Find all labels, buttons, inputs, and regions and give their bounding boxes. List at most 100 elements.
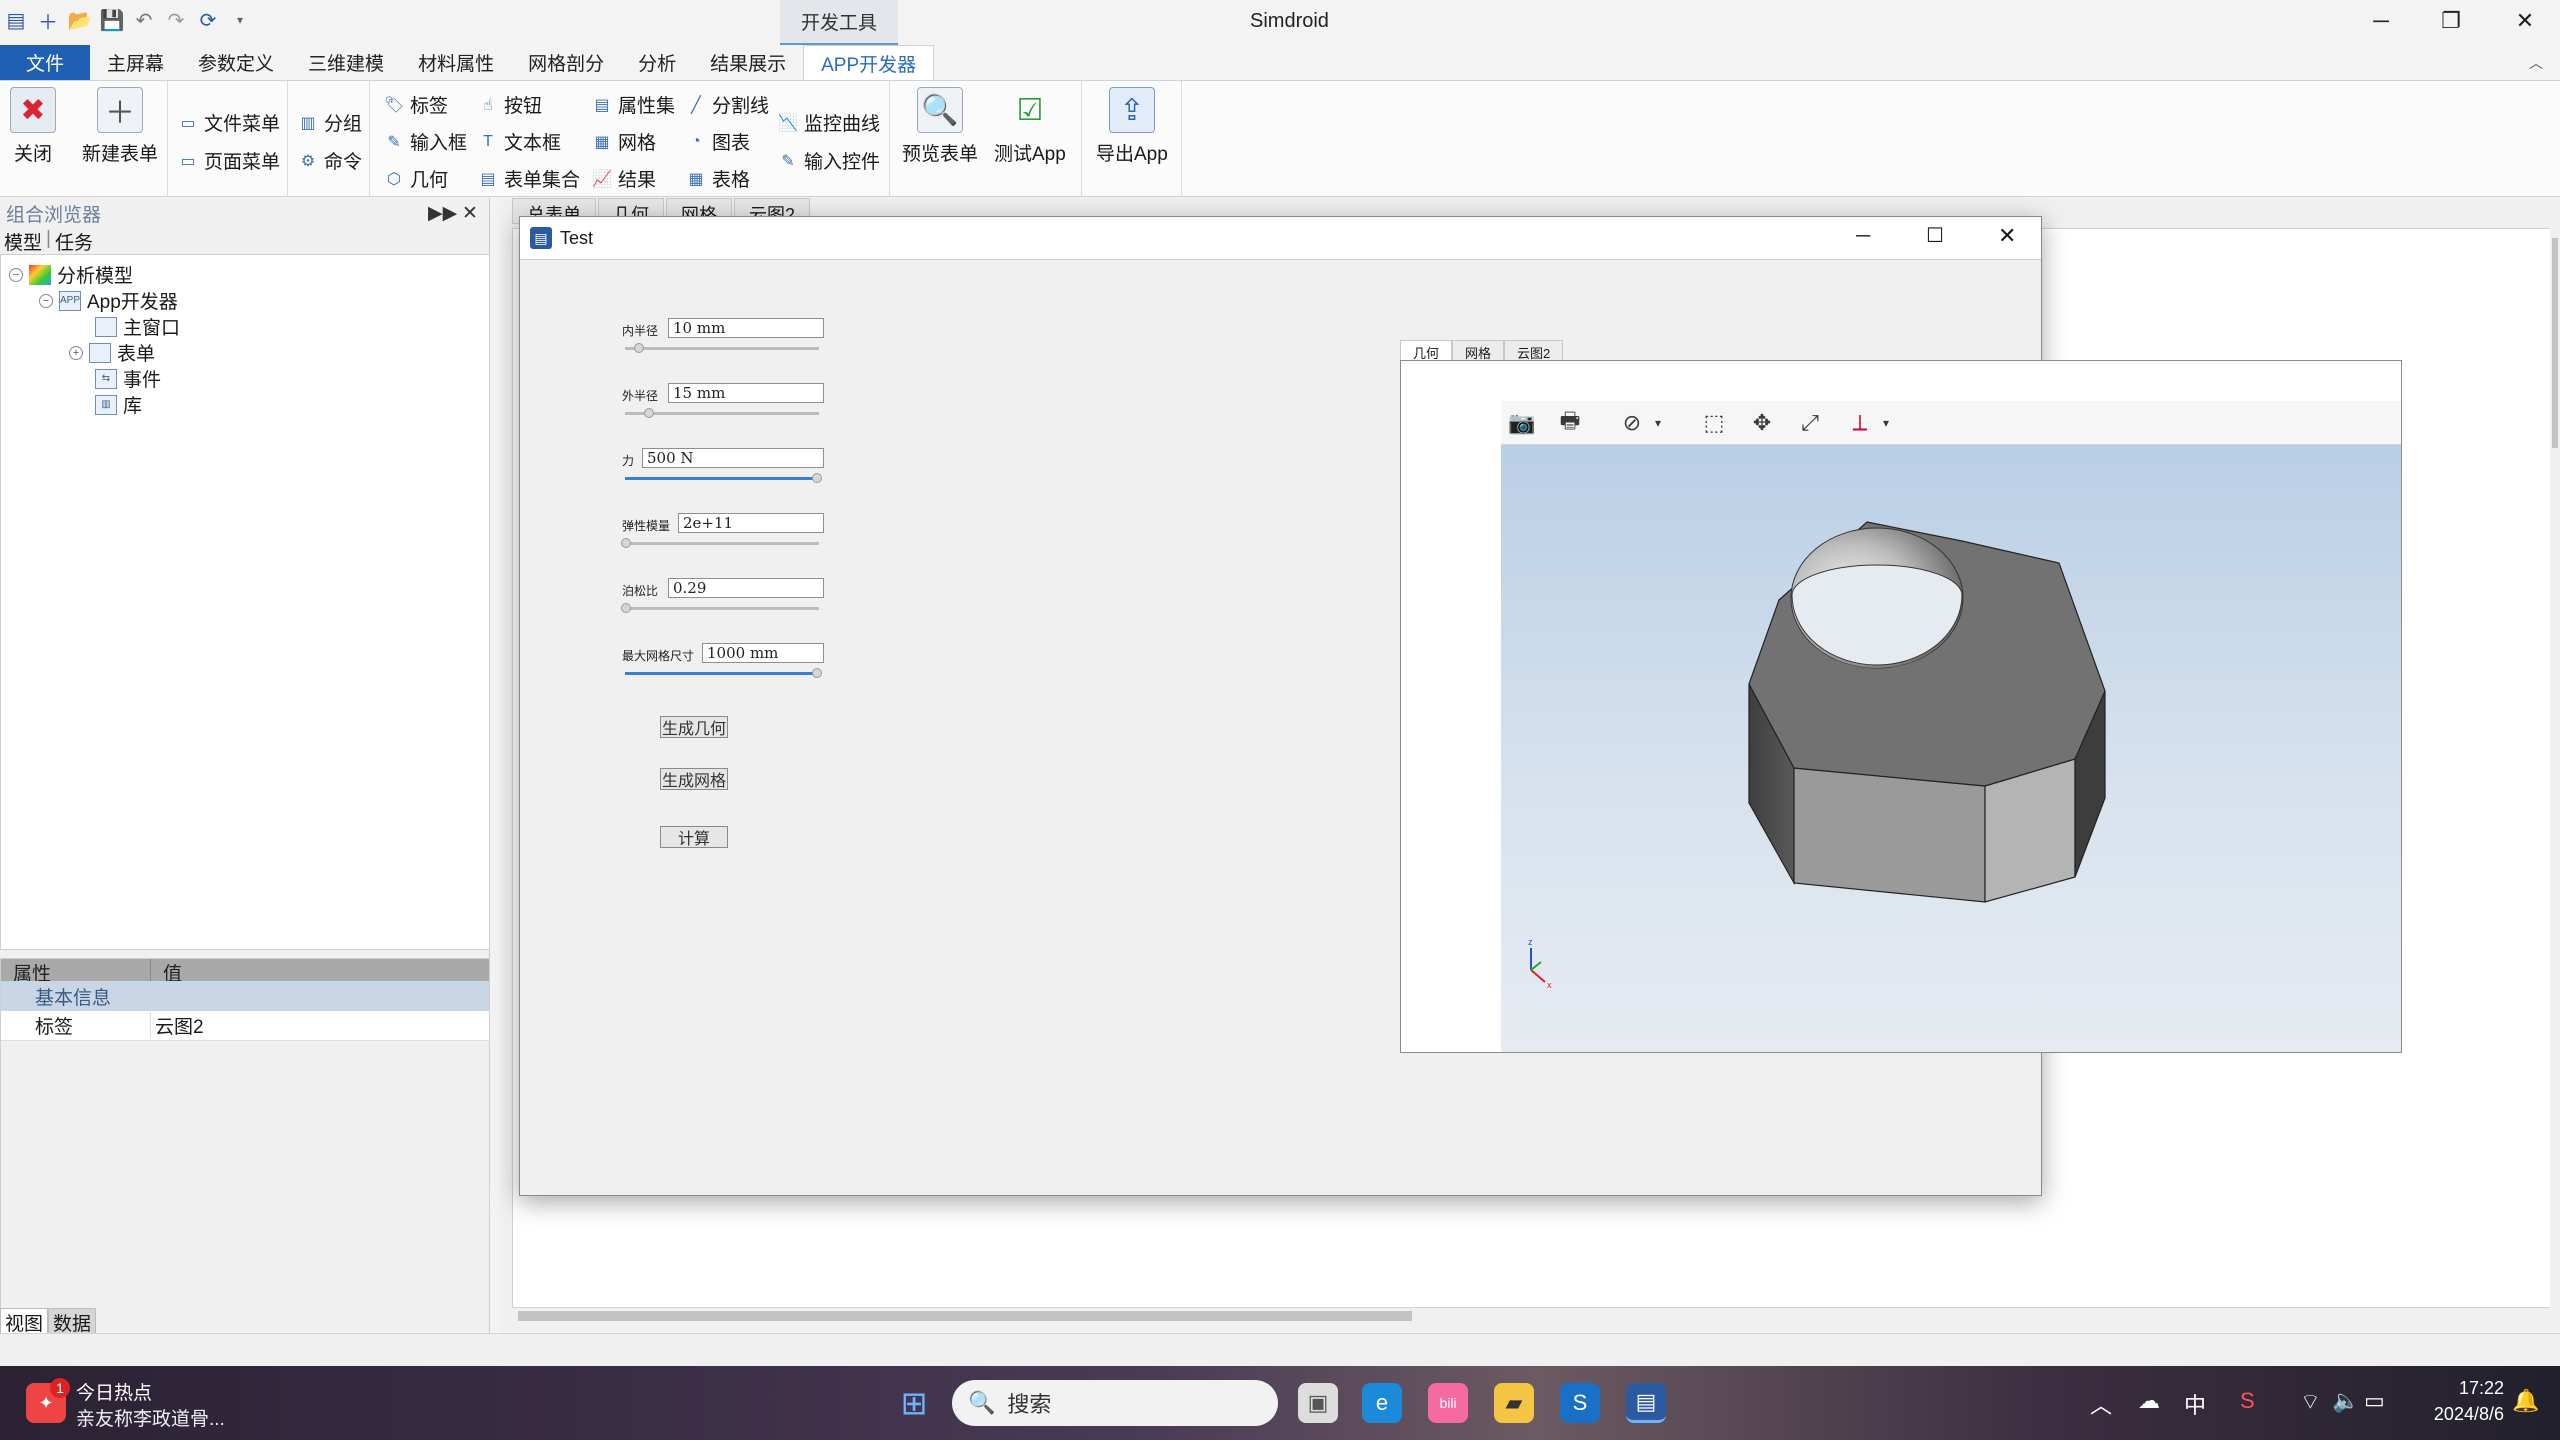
geometry-control-button[interactable]: ⬡ 几何	[384, 165, 448, 192]
clock-date[interactable]: 2024/8/6	[2420, 1404, 2504, 1425]
close-form-button[interactable]: ✖ 关闭	[10, 87, 56, 166]
file-explorer-icon[interactable]: ▰	[1494, 1383, 1534, 1423]
battery-icon[interactable]: ▭	[2364, 1388, 2385, 1414]
display-mode-dropdown-icon[interactable]: ▾	[1641, 407, 1675, 439]
clock-time[interactable]: 17:22	[2420, 1378, 2504, 1399]
force-slider-thumb[interactable]	[812, 473, 822, 483]
prop-set-button[interactable]: ▤ 属性集	[592, 91, 675, 118]
outer-radius-slider[interactable]	[625, 412, 819, 415]
dialog-close-button[interactable]: ✕	[1998, 223, 2016, 249]
start-menu-icon[interactable]: ⊞	[894, 1383, 934, 1423]
test-app-button[interactable]: ☑ 测试App	[994, 87, 1066, 166]
view-tab-mesh[interactable]: 网格	[1452, 340, 1505, 361]
vertical-scrollbar[interactable]	[2550, 228, 2560, 1308]
generate-mesh-button[interactable]: 生成网格	[660, 768, 728, 790]
chart-control-button[interactable]: ◔ 图表	[686, 128, 750, 155]
collapse-icon[interactable]: −	[9, 267, 23, 282]
pan-icon[interactable]: ✥	[1745, 407, 1779, 439]
elastic-modulus-slider[interactable]	[625, 542, 819, 545]
poisson-ratio-slider-thumb[interactable]	[621, 603, 631, 613]
outer-radius-slider-thumb[interactable]	[644, 408, 654, 418]
result-control-button[interactable]: 📈 结果	[592, 165, 656, 192]
vertical-scroll-thumb[interactable]	[2552, 238, 2558, 448]
onedrive-icon[interactable]: ☁	[2138, 1388, 2160, 1414]
group-button[interactable]: ▥ 分组	[298, 109, 362, 136]
task-view-icon[interactable]: ▣	[1298, 1383, 1338, 1423]
restore-button[interactable]: ❐	[2416, 0, 2486, 42]
redo-icon[interactable]: ↷	[164, 8, 188, 32]
simdroid-launcher-icon[interactable]: S	[1560, 1383, 1600, 1423]
save-icon[interactable]: 💾	[100, 8, 125, 32]
dialog-maximize-button[interactable]: ☐	[1926, 223, 1944, 248]
edge-browser-icon[interactable]: e	[1362, 1383, 1402, 1423]
tab-analysis[interactable]: 分析	[621, 45, 693, 80]
horizontal-scroll-thumb[interactable]	[518, 1311, 1412, 1321]
tab-app-developer[interactable]: APP开发器	[803, 45, 935, 80]
force-input[interactable]: 500 N	[642, 448, 824, 468]
screenshot-camera-icon[interactable]: 📷	[1505, 407, 1539, 439]
wifi-icon[interactable]: ⌔	[2300, 1388, 2321, 1416]
volume-icon[interactable]: 🔈	[2332, 1388, 2359, 1414]
preview-form-button[interactable]: 🔍 预览表单	[902, 87, 978, 166]
zoom-window-icon[interactable]: ⬚	[1697, 407, 1731, 439]
property-group-basic[interactable]: 基本信息	[1, 981, 489, 1011]
close-panel-icon[interactable]: ✕	[462, 202, 478, 225]
button-control-button[interactable]: ☝ 按钮	[478, 91, 542, 118]
tab-home[interactable]: 主屏幕	[90, 45, 181, 80]
tab-param-def[interactable]: 参数定义	[181, 45, 291, 80]
tab-task[interactable]: 任务	[55, 228, 93, 254]
property-row-label[interactable]: 标签 云图2	[1, 1011, 489, 1041]
print-icon[interactable]: 🖶	[1553, 407, 1587, 439]
tab-results[interactable]: 结果展示	[693, 45, 803, 80]
page-menu-button[interactable]: ▭ 页面菜单	[178, 147, 280, 174]
inner-radius-input[interactable]: 10 mm	[668, 318, 824, 338]
file-menu-button[interactable]: ▭ 文件菜单	[178, 109, 280, 136]
news-subtitle[interactable]: 亲友称李政道骨...	[76, 1404, 225, 1431]
axis-view-dropdown-icon[interactable]: ▾	[1869, 407, 1903, 439]
force-slider[interactable]	[625, 477, 819, 480]
poisson-ratio-input[interactable]: 0.29	[668, 578, 824, 598]
view-tab-geometry[interactable]: 几何	[1400, 340, 1453, 361]
input-control-button[interactable]: ✎ 输入控件	[778, 147, 880, 174]
elastic-modulus-slider-thumb[interactable]	[621, 538, 631, 548]
refresh-icon[interactable]: ⟳	[196, 8, 220, 32]
close-window-button[interactable]: ✕	[2490, 0, 2560, 42]
minimize-button[interactable]: ─	[2346, 0, 2416, 42]
news-title[interactable]: 今日热点	[76, 1378, 152, 1405]
tree-node-event[interactable]: ⇆ 事件	[95, 365, 161, 392]
poisson-ratio-slider[interactable]	[625, 607, 819, 610]
outer-radius-input[interactable]: 15 mm	[668, 383, 824, 403]
textbox-control-button[interactable]: T 文本框	[478, 128, 561, 155]
new-form-button[interactable]: ＋ 新建表单	[82, 87, 158, 166]
collapse-ribbon-icon[interactable]: ︿	[2512, 45, 2560, 80]
separator-control-button[interactable]: ╱ 分割线	[686, 91, 769, 118]
notification-bell-icon[interactable]: 🔔	[2512, 1388, 2539, 1414]
max-mesh-size-slider-thumb[interactable]	[812, 668, 822, 678]
ime-indicator[interactable]: 中	[2184, 1388, 2206, 1420]
table-control-button[interactable]: ▦ 表格	[686, 165, 750, 192]
expand-icon[interactable]: +	[69, 345, 83, 360]
tab-file[interactable]: 文件	[0, 45, 91, 80]
collapse-icon[interactable]: −	[39, 293, 53, 308]
monitor-curve-button[interactable]: 📉 监控曲线	[778, 109, 880, 136]
tray-overflow-icon[interactable]: ︿	[2090, 1388, 2112, 1420]
taskbar-search[interactable]: 🔍 搜索	[952, 1380, 1278, 1426]
mesh-control-button[interactable]: ▦ 网格	[592, 128, 656, 155]
command-button[interactable]: ⚙ 命令	[298, 147, 362, 174]
customize-dropdown-icon[interactable]: ▾	[228, 8, 252, 32]
new-file-icon[interactable]: ＋	[36, 8, 60, 34]
tree-node-app-developer[interactable]: − APP App开发器	[39, 287, 178, 314]
tree-node-main-window[interactable]: 主窗口	[95, 313, 180, 340]
tree-node-analysis-model[interactable]: − 分析模型	[9, 261, 133, 288]
dock-arrow-icon[interactable]: ▶▶	[428, 202, 457, 225]
simdroid-app-icon[interactable]: ▤	[1626, 1383, 1666, 1423]
tree-node-form[interactable]: + 表单	[69, 339, 155, 366]
label-control-button[interactable]: 🏷 标签	[384, 91, 448, 118]
input-box-button[interactable]: ✎ 输入框	[384, 128, 467, 155]
generate-geometry-button[interactable]: 生成几何	[660, 716, 728, 738]
tab-material[interactable]: 材料属性	[401, 45, 511, 80]
tab-3d-modeling[interactable]: 三维建模	[291, 45, 401, 80]
tab-model[interactable]: 模型	[4, 228, 42, 254]
form-set-button[interactable]: ▤ 表单集合	[478, 165, 580, 192]
max-mesh-size-slider[interactable]	[625, 672, 819, 675]
